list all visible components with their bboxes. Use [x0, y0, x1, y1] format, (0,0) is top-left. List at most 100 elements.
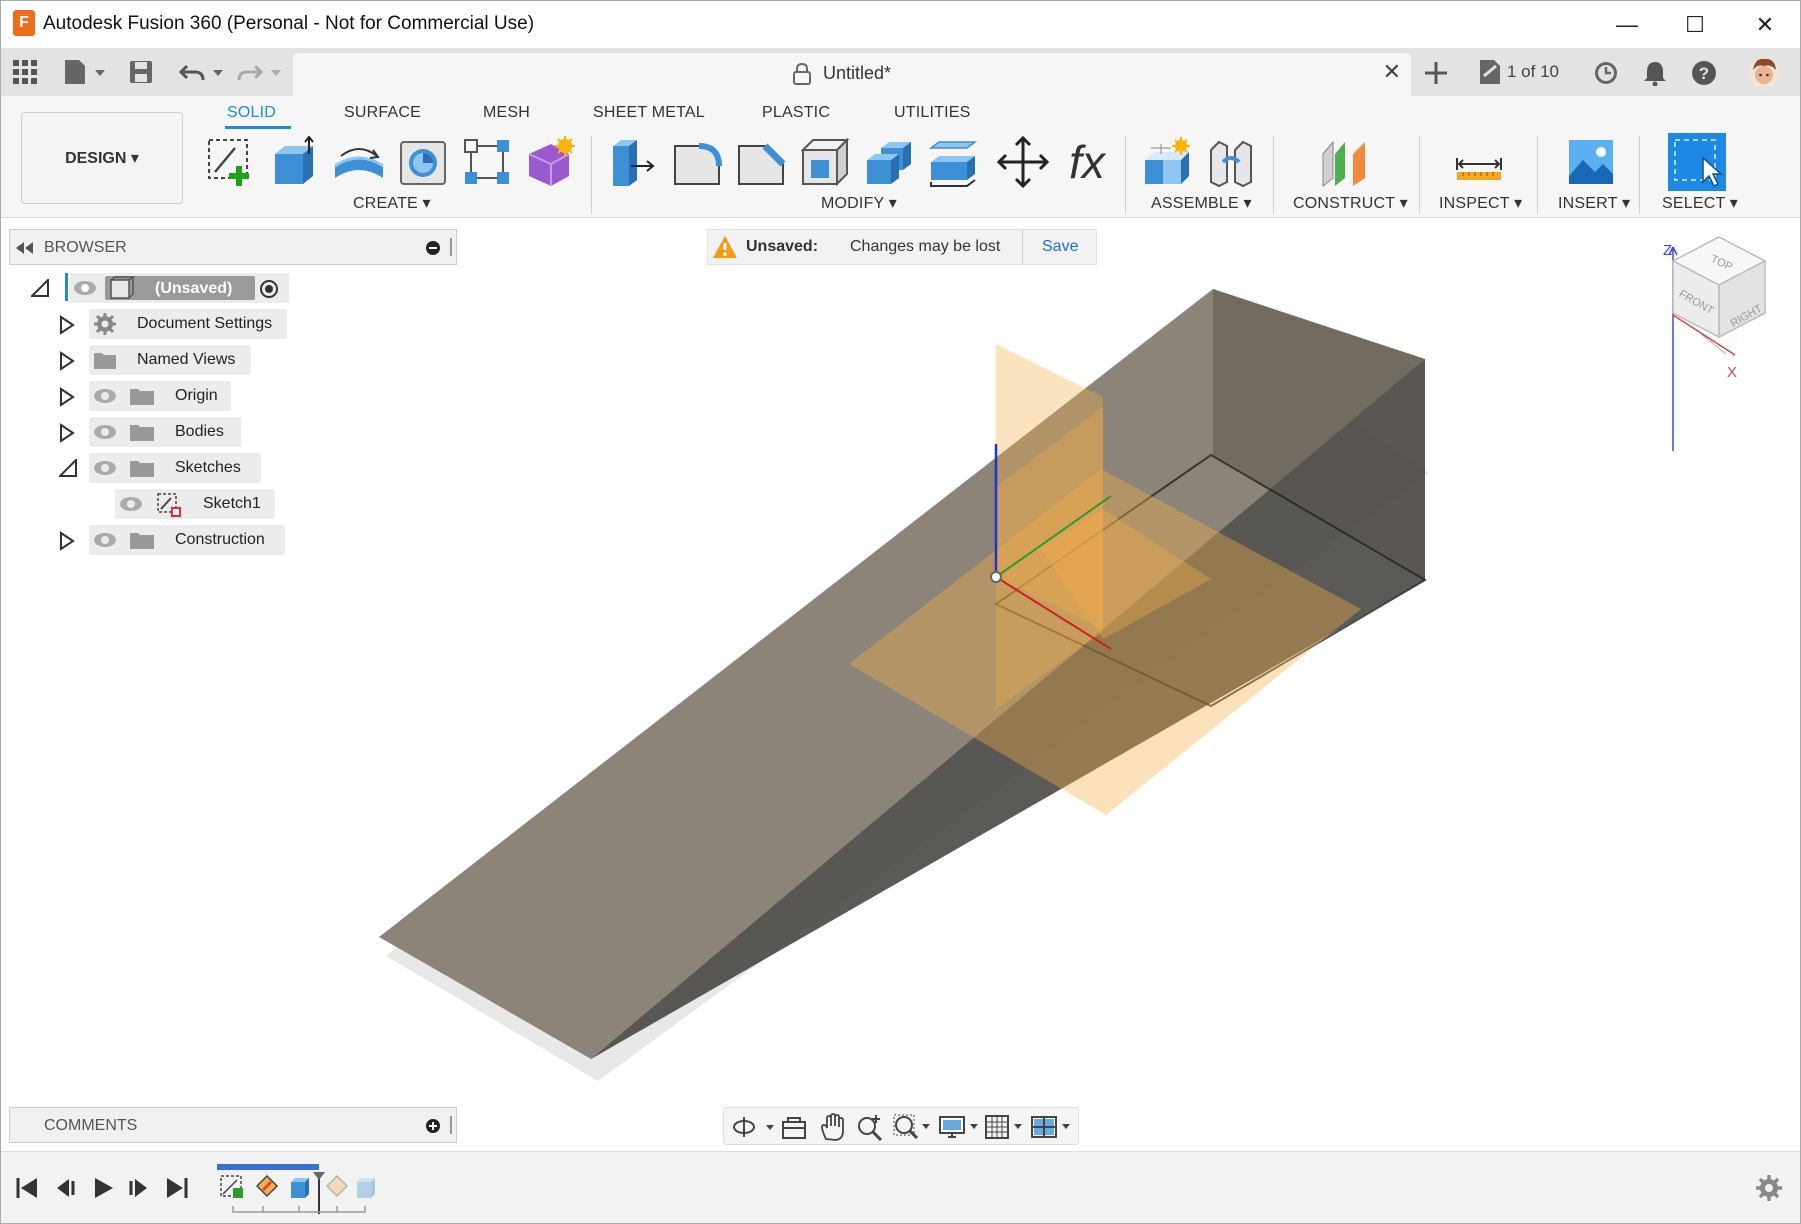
collapse-panel-icon[interactable]: [16, 242, 34, 254]
change-parameters-icon[interactable]: fx: [1061, 136, 1113, 188]
visibility-eye-icon[interactable]: [93, 388, 117, 404]
create-form-icon[interactable]: [525, 136, 577, 188]
maximize-button[interactable]: ☐: [1665, 5, 1725, 45]
go-to-end-icon[interactable]: [165, 1176, 189, 1200]
expand-arrow-icon[interactable]: [59, 387, 75, 407]
offset-plane-icon[interactable]: [1319, 136, 1371, 188]
move-copy-icon[interactable]: [997, 136, 1049, 188]
new-tab-plus-icon[interactable]: [1421, 58, 1451, 88]
chamfer-icon[interactable]: [735, 136, 787, 188]
expand-arrow-icon[interactable]: [59, 423, 75, 443]
browser-panel-header[interactable]: BROWSER: [9, 229, 457, 265]
timeline-sketch-feature[interactable]: [220, 1175, 243, 1198]
revolve-icon[interactable]: [333, 136, 385, 188]
tab-solid[interactable]: SOLID: [227, 104, 276, 122]
expand-arrow-icon[interactable]: [59, 351, 75, 371]
expand-arrow-icon[interactable]: [59, 315, 75, 335]
visibility-eye-icon[interactable]: [93, 460, 117, 476]
tab-plastic[interactable]: PLASTIC: [762, 104, 830, 122]
group-separator: [1639, 136, 1640, 214]
display-settings-icon[interactable]: [938, 1113, 980, 1141]
modify-menu[interactable]: MODIFY ▾: [821, 193, 897, 213]
view-cube[interactable]: Z X TOP FRONT RIGHT: [1663, 236, 1767, 451]
visibility-eye-icon[interactable]: [73, 280, 97, 296]
viewport-canvas[interactable]: Z X TOP FRONT RIGHT: [1, 219, 1801, 1149]
notifications-bell-icon[interactable]: [1643, 60, 1667, 86]
look-at-icon[interactable]: [780, 1114, 808, 1140]
timeline-extrude-feature[interactable]: [291, 1178, 309, 1198]
job-status-icon[interactable]: [1477, 58, 1503, 86]
add-comment-icon[interactable]: [426, 1119, 440, 1133]
timeline-suppressed-feature[interactable]: [325, 1174, 375, 1198]
play-icon[interactable]: [91, 1176, 115, 1200]
svg-text:fx: fx: [1069, 136, 1107, 188]
zoom-icon[interactable]: [856, 1113, 884, 1141]
close-tab-icon[interactable]: ✕: [1383, 59, 1401, 85]
collapse-arrow-icon[interactable]: [59, 459, 77, 477]
expand-arrow-icon[interactable]: [59, 531, 75, 551]
data-panel-grid-icon[interactable]: [13, 60, 37, 84]
insert-canvas-icon[interactable]: [1565, 136, 1617, 188]
step-back-icon[interactable]: [53, 1176, 77, 1200]
tab-utilities[interactable]: UTILITIES: [894, 104, 970, 122]
shell-icon[interactable]: [799, 136, 851, 188]
orbit-icon[interactable]: [732, 1114, 776, 1140]
fit-zoom-icon[interactable]: [892, 1113, 934, 1141]
redo-icon[interactable]: [237, 60, 285, 84]
user-avatar[interactable]: [1747, 56, 1781, 90]
comments-panel-header[interactable]: COMMENTS: [9, 1107, 457, 1143]
go-to-start-icon[interactable]: [15, 1176, 39, 1200]
browser-item-label: Named Views: [137, 351, 236, 368]
browser-title: BROWSER: [44, 239, 127, 256]
joint-icon[interactable]: [1205, 136, 1257, 188]
browser-minimize-icon[interactable]: [426, 241, 440, 255]
file-menu-icon[interactable]: [63, 58, 107, 86]
group-separator: [1273, 136, 1274, 214]
new-component-icon[interactable]: [1141, 136, 1193, 188]
job-status-count[interactable]: 1 of 10: [1507, 62, 1559, 82]
step-forward-icon[interactable]: [127, 1176, 151, 1200]
grid-snaps-icon[interactable]: [984, 1113, 1026, 1141]
rectangular-pattern-icon[interactable]: [461, 136, 513, 188]
help-icon[interactable]: ?: [1691, 60, 1717, 86]
close-window-button[interactable]: ✕: [1735, 5, 1795, 45]
timeline-sketch-edit-feature[interactable]: [255, 1174, 279, 1198]
comments-resize-handle[interactable]: [450, 1116, 452, 1134]
save-icon[interactable]: [129, 60, 153, 84]
undo-icon[interactable]: [179, 60, 227, 84]
inspect-menu[interactable]: INSPECT ▾: [1439, 193, 1522, 213]
tab-surface[interactable]: SURFACE: [344, 104, 421, 122]
minimize-button[interactable]: —: [1597, 5, 1657, 45]
timeline-settings-gear-icon[interactable]: [1755, 1174, 1783, 1202]
expand-root-icon[interactable]: [31, 279, 49, 297]
tab-sheet-metal[interactable]: SHEET METAL: [593, 104, 705, 122]
document-tab[interactable]: Untitled* ✕: [293, 53, 1411, 97]
fillet-icon[interactable]: [671, 136, 723, 188]
history-clock-icon[interactable]: [1593, 60, 1619, 86]
hole-icon[interactable]: [397, 136, 449, 188]
activate-component-radio-icon[interactable]: [259, 279, 279, 299]
visibility-eye-icon[interactable]: [93, 532, 117, 548]
measure-icon[interactable]: [1453, 136, 1505, 188]
extrude-icon[interactable]: [269, 136, 321, 188]
origin-point[interactable]: [990, 571, 1002, 583]
press-pull-icon[interactable]: [607, 136, 659, 188]
tab-mesh[interactable]: MESH: [483, 104, 530, 122]
create-sketch-icon[interactable]: [205, 136, 257, 188]
view-cube-z-label: Z: [1663, 242, 1672, 259]
visibility-eye-icon[interactable]: [119, 496, 143, 512]
assemble-menu[interactable]: ASSEMBLE ▾: [1151, 193, 1252, 213]
create-menu[interactable]: CREATE ▾: [353, 193, 431, 213]
visibility-eye-icon[interactable]: [93, 424, 117, 440]
select-icon[interactable]: [1667, 132, 1727, 192]
pan-hand-icon[interactable]: [818, 1113, 846, 1141]
browser-resize-handle[interactable]: [450, 238, 452, 256]
insert-menu[interactable]: INSERT ▾: [1558, 193, 1630, 213]
viewports-icon[interactable]: [1030, 1113, 1074, 1141]
select-menu[interactable]: SELECT ▾: [1662, 193, 1738, 213]
workspace-switcher[interactable]: DESIGN ▾: [21, 112, 183, 204]
offset-face-icon[interactable]: [927, 136, 979, 188]
construct-menu[interactable]: CONSTRUCT ▾: [1293, 193, 1408, 213]
save-link[interactable]: Save: [1042, 238, 1078, 256]
combine-icon[interactable]: [863, 136, 915, 188]
